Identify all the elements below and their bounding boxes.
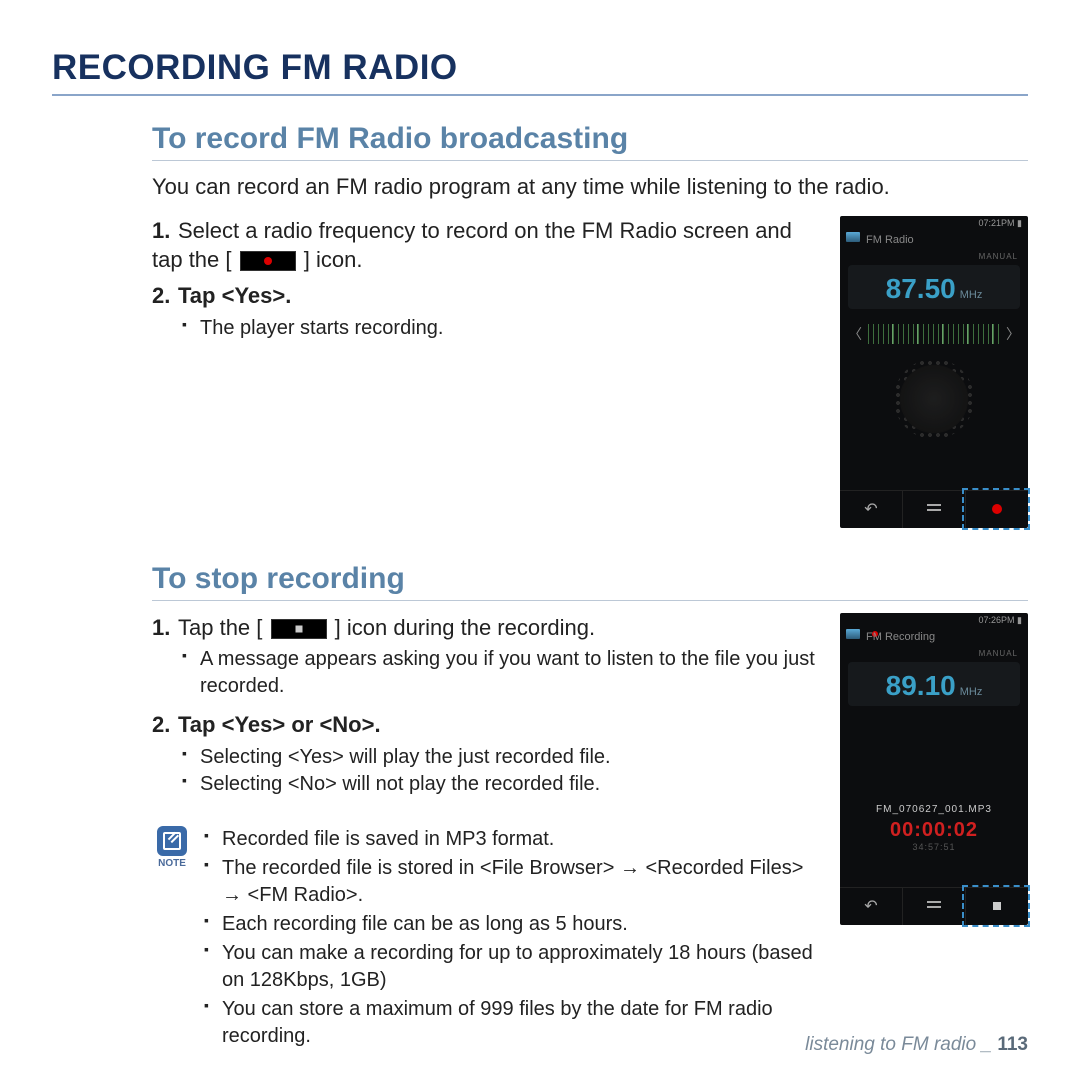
record-step-2-text: Tap <Yes>. [178, 283, 291, 308]
device2-menu-button[interactable] [902, 888, 965, 925]
stop-step-2-sub-a: Selecting <Yes> will play the just recor… [182, 744, 828, 771]
stop-icon [271, 619, 327, 639]
device1-mode: MANUAL [840, 252, 1028, 265]
footer-text: listening to FM radio _ [805, 1034, 997, 1055]
stop-step-1-post: ] icon during the recording. [335, 615, 596, 640]
chevron-left-icon: 〈 [848, 324, 862, 344]
stop-step-1: 1.Tap the [ ] icon during the recording.… [152, 613, 828, 701]
page-title: RECORDING FM RADIO [52, 48, 1028, 96]
device2-rec-time: 00:00:02 [840, 819, 1028, 842]
section-record: To record FM Radio broadcasting You can … [152, 122, 1028, 528]
device2-unit: MHz [960, 686, 983, 698]
device1-speaker-icon [894, 359, 974, 439]
record-icon [240, 251, 296, 271]
device1-record-button[interactable] [965, 491, 1028, 528]
device-screenshot-record: 07:21PM ▮ FM Radio MANUAL 87.50 MHz 〈 〉 [840, 216, 1028, 528]
section-record-title: To record FM Radio broadcasting [152, 122, 1028, 161]
page-footer: listening to FM radio _ 113 [805, 1034, 1028, 1056]
note-block: NOTE Recorded file is saved in MP3 forma… [152, 826, 828, 1052]
device1-statusbar: 07:21PM ▮ [840, 216, 1028, 232]
note-item-5: You can store a maximum of 999 files by … [204, 996, 828, 1050]
page-number: 113 [997, 1034, 1028, 1055]
record-step-1-post: ] icon. [304, 247, 363, 272]
device1-unit: MHz [960, 289, 983, 301]
note-item-3: Each recording file can be as long as 5 … [204, 911, 828, 938]
device1-tuner: 〈 〉 [848, 321, 1020, 347]
device2-filename: FM_070627_001.MP3 [840, 804, 1028, 815]
device2-mode: MANUAL [840, 649, 1028, 662]
stop-step-2: 2.Tap <Yes> or <No>. Selecting <Yes> wil… [152, 710, 828, 798]
device1-menu-button[interactable] [902, 491, 965, 528]
stop-step-2-sub-b: Selecting <No> will not play the recorde… [182, 771, 828, 798]
section-stop: To stop recording 1.Tap the [ ] icon dur… [152, 562, 1028, 1052]
record-step-1: 1.Select a radio frequency to record on … [152, 216, 828, 275]
note-item-4: You can make a recording for up to appro… [204, 940, 828, 994]
note-icon [157, 826, 187, 856]
record-step-2: 2.Tap <Yes>. The player starts recording… [152, 281, 828, 342]
device1-app-title: FM Radio [840, 232, 1028, 252]
record-step-2-sub: The player starts recording. [182, 315, 828, 342]
stop-step-2-text: Tap <Yes> or <No>. [178, 712, 381, 737]
stop-step-1-sub: A message appears asking you if you want… [182, 646, 828, 700]
chevron-right-icon: 〉 [1006, 324, 1020, 344]
device2-statusbar: 07:26PM ▮ [840, 613, 1028, 629]
device1-back-button[interactable] [840, 491, 902, 528]
device1-frequency-display: 87.50 MHz [848, 265, 1020, 309]
device2-app-title: FM Recording [840, 629, 1028, 649]
section-record-intro: You can record an FM radio program at an… [152, 173, 1028, 202]
device1-frequency: 87.50 [886, 273, 956, 305]
device2-rec-remain: 34:57:51 [840, 842, 1028, 852]
note-item-2: The recorded file is stored in <File Bro… [204, 855, 828, 909]
device2-frequency: 89.10 [886, 670, 956, 702]
device2-stop-button[interactable] [965, 888, 1028, 925]
device2-frequency-display: 89.10 MHz [848, 662, 1020, 706]
stop-step-1-pre: Tap the [ [178, 615, 262, 640]
section-stop-title: To stop recording [152, 562, 1028, 601]
device-screenshot-stop: 07:26PM ▮ FM Recording MANUAL 89.10 MHz F… [840, 613, 1028, 925]
device2-back-button[interactable] [840, 888, 902, 925]
note-item-1: Recorded file is saved in MP3 format. [204, 826, 828, 853]
note-label: NOTE [152, 858, 192, 869]
